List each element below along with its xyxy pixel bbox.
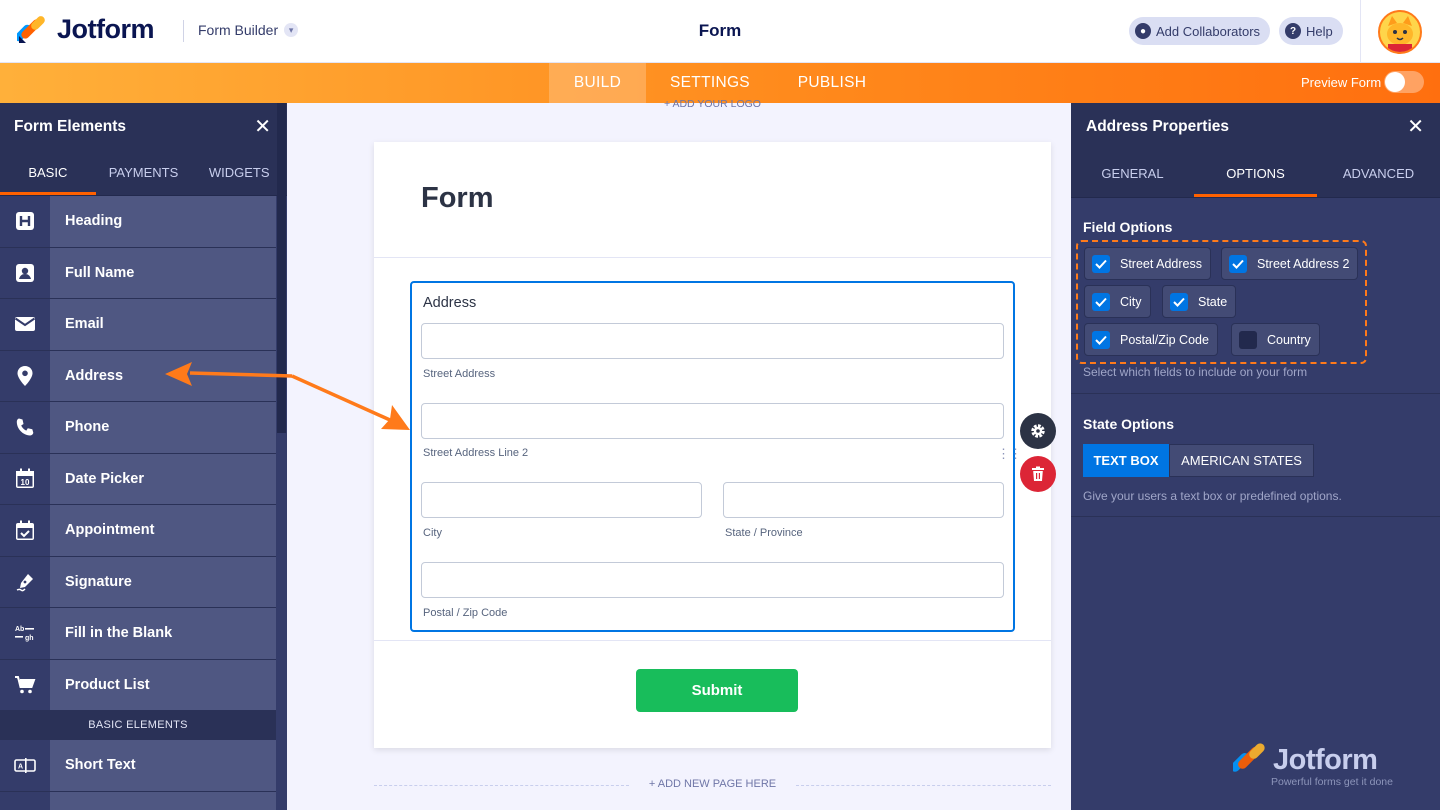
option-street-address[interactable]: Street Address xyxy=(1084,247,1211,280)
state-option-american-states[interactable]: AMERICAN STATES xyxy=(1169,444,1314,477)
watermark-tagline: Powerful forms get it done xyxy=(1271,776,1393,788)
divider xyxy=(1071,516,1440,517)
watermark-brand: Jotform xyxy=(1273,744,1378,776)
option-label: State xyxy=(1198,294,1228,309)
option-label: City xyxy=(1120,294,1142,309)
field-options-title: Field Options xyxy=(1083,219,1173,235)
state-options-help: Give your users a text box or predefined… xyxy=(1083,489,1342,503)
tab-general[interactable]: GENERAL xyxy=(1071,151,1194,197)
checkbox-unchecked-icon xyxy=(1239,330,1257,349)
option-label: Street Address xyxy=(1120,256,1202,271)
option-postal-zip-code[interactable]: Postal/Zip Code xyxy=(1084,323,1218,356)
panel-title: Address Properties xyxy=(1086,118,1229,135)
field-options-help: Select which fields to include on your f… xyxy=(1083,365,1308,379)
option-label: Postal/Zip Code xyxy=(1120,332,1209,347)
jotform-logo-icon xyxy=(1233,743,1265,772)
checkbox-checked-icon xyxy=(1092,292,1110,311)
state-option-text-box[interactable]: TEXT BOX xyxy=(1083,444,1169,477)
checkbox-checked-icon xyxy=(1092,254,1110,273)
option-label: Street Address 2 xyxy=(1257,256,1350,271)
tab-options[interactable]: OPTIONS xyxy=(1194,151,1317,197)
state-options-title: State Options xyxy=(1083,416,1175,432)
option-country[interactable]: Country xyxy=(1231,323,1320,356)
close-icon[interactable]: ✕ xyxy=(1407,117,1424,137)
checkbox-checked-icon xyxy=(1170,292,1188,311)
checkbox-checked-icon xyxy=(1229,254,1247,273)
option-city[interactable]: City xyxy=(1084,285,1151,318)
option-street-address-2[interactable]: Street Address 2 xyxy=(1221,247,1359,280)
properties-tabs: GENERAL OPTIONS ADVANCED xyxy=(1071,151,1440,198)
tab-advanced[interactable]: ADVANCED xyxy=(1317,151,1440,197)
option-state[interactable]: State xyxy=(1162,285,1237,318)
checkbox-checked-icon xyxy=(1092,330,1110,349)
divider xyxy=(1071,393,1440,394)
option-label: Country xyxy=(1267,332,1311,347)
